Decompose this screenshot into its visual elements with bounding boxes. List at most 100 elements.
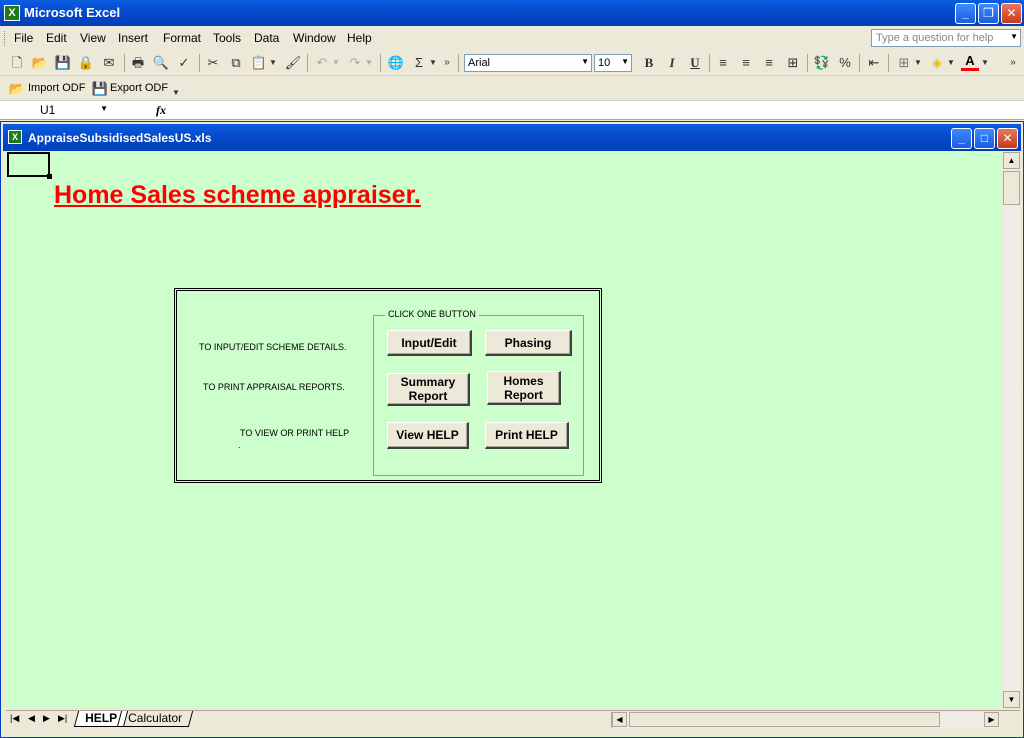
- stray-dot: .: [238, 440, 241, 450]
- workbook-close-button[interactable]: ✕: [997, 128, 1018, 149]
- import-odf-button[interactable]: Import ODF: [28, 82, 85, 94]
- close-button[interactable]: ✕: [1001, 3, 1022, 24]
- menu-view[interactable]: View: [80, 31, 106, 45]
- align-center-icon[interactable]: ≡: [737, 54, 755, 72]
- odf-toolbar: 📂 Import ODF 💾 Export ODF ▼: [0, 76, 1024, 101]
- align-left-icon[interactable]: ≡: [714, 54, 732, 72]
- chevron-down-icon[interactable]: ▼: [100, 104, 108, 113]
- input-edit-label: TO INPUT/EDIT SCHEME DETAILS.: [199, 342, 347, 352]
- horizontal-scrollbar[interactable]: ◀ ▶: [611, 712, 1000, 728]
- workbook-maximize-button[interactable]: □: [974, 128, 995, 149]
- vertical-scrollbar[interactable]: ▲ ▼: [1003, 152, 1020, 708]
- paste-icon[interactable]: 📋: [250, 54, 268, 72]
- align-right-icon[interactable]: ≡: [760, 54, 778, 72]
- worksheet-grid[interactable]: Home Sales scheme appraiser. TO INPUT/ED…: [6, 152, 1002, 708]
- cut-icon[interactable]: ✂: [204, 54, 222, 72]
- redo-dropdown-icon[interactable]: ▼: [364, 54, 374, 72]
- prev-sheet-icon[interactable]: ◀: [28, 713, 35, 724]
- format-painter-icon[interactable]: 🖌: [284, 54, 302, 72]
- help-search-input[interactable]: Type a question for help ▼: [871, 29, 1021, 47]
- decrease-indent-icon[interactable]: ⇤: [865, 54, 883, 72]
- export-odf-button[interactable]: Export ODF: [110, 82, 168, 94]
- new-icon[interactable]: 🗋: [8, 54, 26, 72]
- tab-calculator-label: Calculator: [128, 711, 183, 725]
- menu-edit[interactable]: Edit: [46, 31, 67, 45]
- workbook-titlebar: X AppraiseSubsidisedSalesUS.xls _ □ ✕: [3, 124, 1021, 151]
- underline-icon[interactable]: U: [686, 54, 704, 72]
- fill-color-dropdown-icon[interactable]: ▼: [946, 54, 956, 72]
- workbook-title: AppraiseSubsidisedSalesUS.xls: [28, 131, 212, 145]
- homes-report-button[interactable]: Homes Report: [487, 371, 561, 405]
- export-odf-icon: 💾: [91, 81, 109, 96]
- active-cell[interactable]: [7, 152, 52, 179]
- input-edit-button[interactable]: Input/Edit: [387, 330, 472, 356]
- undo-dropdown-icon[interactable]: ▼: [331, 54, 341, 72]
- italic-icon[interactable]: I: [663, 54, 681, 72]
- summary-report-button[interactable]: Summary Report: [387, 373, 470, 406]
- tab-calculator[interactable]: Calculator: [116, 711, 194, 727]
- redo-icon[interactable]: ↷: [346, 54, 364, 72]
- minimize-button[interactable]: _: [955, 3, 976, 24]
- menu-data[interactable]: Data: [254, 31, 279, 45]
- menu-help[interactable]: Help: [347, 31, 372, 45]
- view-help-button[interactable]: View HELP: [387, 422, 469, 449]
- menu-file[interactable]: File: [14, 31, 33, 45]
- hyperlink-icon[interactable]: 🌐: [387, 54, 405, 72]
- app-titlebar: X Microsoft Excel _ ❐ ✕: [0, 0, 1024, 26]
- font-size-select[interactable]: 10 ▼: [594, 54, 632, 72]
- font-color-dropdown-icon[interactable]: ▼: [980, 54, 990, 72]
- chevron-down-icon[interactable]: ▼: [1010, 32, 1018, 41]
- borders-icon[interactable]: ⊞: [895, 54, 913, 72]
- toolbar-options-icon[interactable]: ▼: [170, 84, 182, 102]
- fill-handle[interactable]: [47, 174, 52, 179]
- toolbar-options-icon[interactable]: »: [441, 54, 453, 72]
- phasing-button[interactable]: Phasing: [485, 330, 572, 356]
- save-icon[interactable]: 💾: [54, 54, 72, 72]
- scroll-left-icon[interactable]: ◀: [612, 712, 627, 727]
- formula-input[interactable]: [172, 103, 1022, 118]
- autosum-dropdown-icon[interactable]: ▼: [428, 54, 438, 72]
- open-icon[interactable]: 📂: [31, 54, 49, 72]
- email-icon[interactable]: ✉: [100, 54, 118, 72]
- menu-insert[interactable]: Insert: [118, 31, 148, 45]
- borders-dropdown-icon[interactable]: ▼: [913, 54, 923, 72]
- print-help-button[interactable]: Print HELP: [485, 422, 569, 449]
- scroll-down-icon[interactable]: ▼: [1003, 691, 1020, 708]
- menu-window[interactable]: Window: [293, 31, 336, 45]
- formula-bar: U1 ▼ fx: [0, 101, 1024, 120]
- percent-icon[interactable]: %: [836, 54, 854, 72]
- chevron-down-icon[interactable]: ▼: [581, 57, 589, 66]
- workbook-minimize-button[interactable]: _: [951, 128, 972, 149]
- vertical-scroll-thumb[interactable]: [1003, 171, 1020, 205]
- undo-icon[interactable]: ↶: [313, 54, 331, 72]
- fill-color-icon[interactable]: ◈: [928, 54, 946, 72]
- currency-icon[interactable]: 💱: [813, 54, 831, 72]
- restore-button[interactable]: ❐: [978, 3, 999, 24]
- scroll-up-icon[interactable]: ▲: [1003, 152, 1020, 169]
- print-icon[interactable]: 🖶: [129, 54, 147, 72]
- first-sheet-icon[interactable]: |◀: [10, 713, 19, 724]
- import-odf-icon: 📂: [8, 81, 26, 96]
- workbook-icon: X: [8, 130, 22, 144]
- font-name-select[interactable]: Arial ▼: [464, 54, 592, 72]
- menu-tools[interactable]: Tools: [213, 31, 241, 45]
- next-sheet-icon[interactable]: ▶: [43, 713, 50, 724]
- print-preview-icon[interactable]: 🔍: [152, 54, 170, 72]
- paste-dropdown-icon[interactable]: ▼: [268, 54, 278, 72]
- menu-grip: [4, 31, 7, 46]
- copy-icon[interactable]: ⧉: [227, 54, 245, 72]
- insert-function-icon[interactable]: fx: [156, 103, 166, 118]
- last-sheet-icon[interactable]: ▶|: [58, 713, 67, 724]
- menu-format[interactable]: Format: [163, 31, 201, 45]
- name-box[interactable]: U1 ▼: [2, 102, 112, 119]
- scroll-right-icon[interactable]: ▶: [984, 712, 999, 727]
- horizontal-scroll-thumb[interactable]: [629, 712, 940, 727]
- font-color-icon[interactable]: A: [961, 54, 979, 71]
- merge-center-icon[interactable]: ⊞: [784, 54, 802, 72]
- formatting-options-icon[interactable]: »: [1007, 54, 1019, 72]
- bold-icon[interactable]: B: [640, 54, 658, 72]
- chevron-down-icon[interactable]: ▼: [621, 57, 629, 66]
- spelling-icon[interactable]: ✓: [175, 54, 193, 72]
- autosum-icon[interactable]: Σ: [410, 54, 428, 72]
- permission-icon[interactable]: 🔒: [77, 54, 95, 72]
